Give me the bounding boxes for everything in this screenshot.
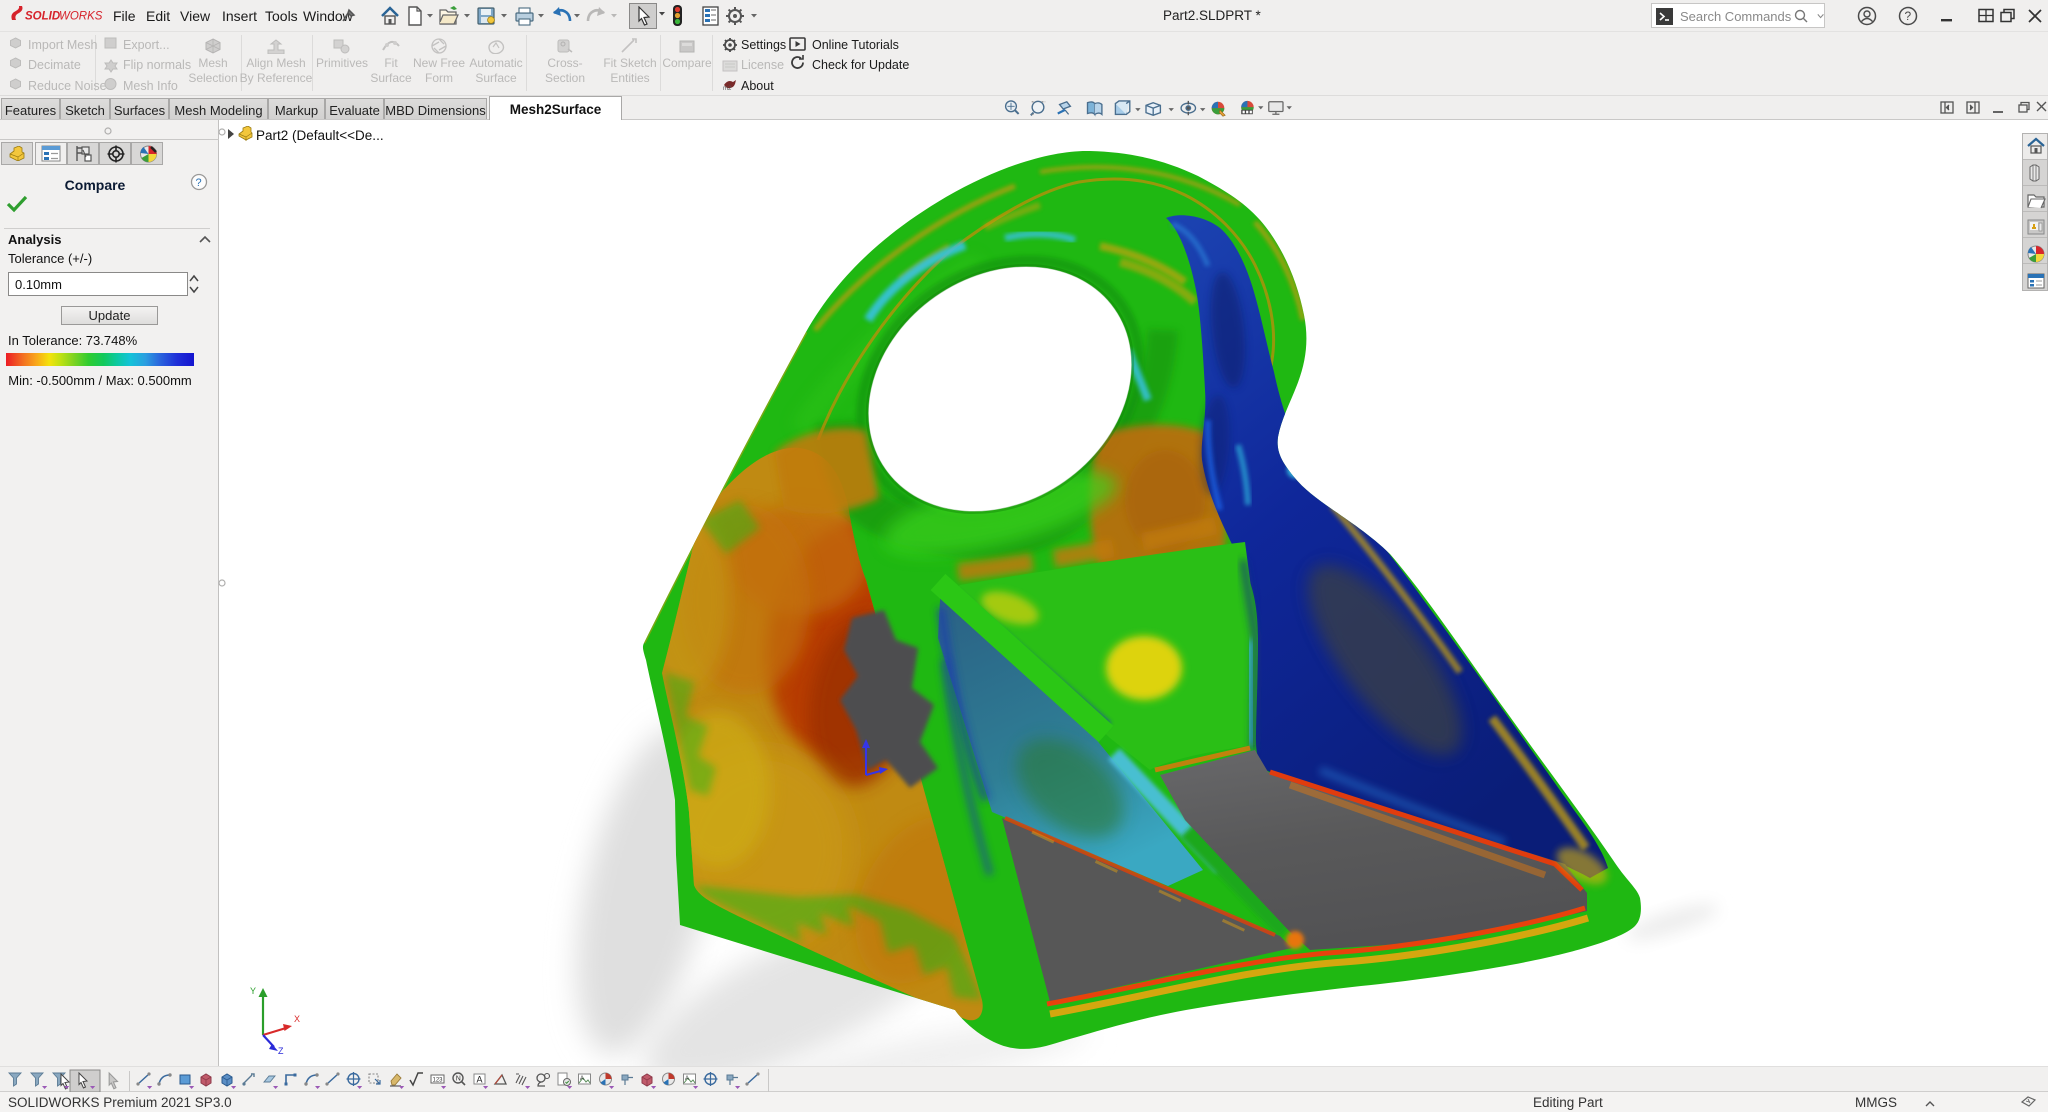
svg-text:N: N <box>456 1076 461 1083</box>
svg-text:Z: Z <box>278 1046 284 1055</box>
svg-text:WORKS: WORKS <box>59 11 103 23</box>
svg-text:?: ? <box>196 177 202 189</box>
svg-text:m2: m2 <box>723 86 732 92</box>
svg-text:Y: Y <box>250 986 256 996</box>
svg-text:A: A <box>685 1076 689 1082</box>
svg-text:?: ? <box>1905 9 1912 23</box>
svg-text:A: A <box>580 1076 584 1082</box>
svg-text:A: A <box>477 1075 483 1085</box>
svg-text:SOLID: SOLID <box>25 11 60 23</box>
svg-text:123: 123 <box>433 1078 444 1084</box>
svg-text:X: X <box>294 1014 300 1024</box>
